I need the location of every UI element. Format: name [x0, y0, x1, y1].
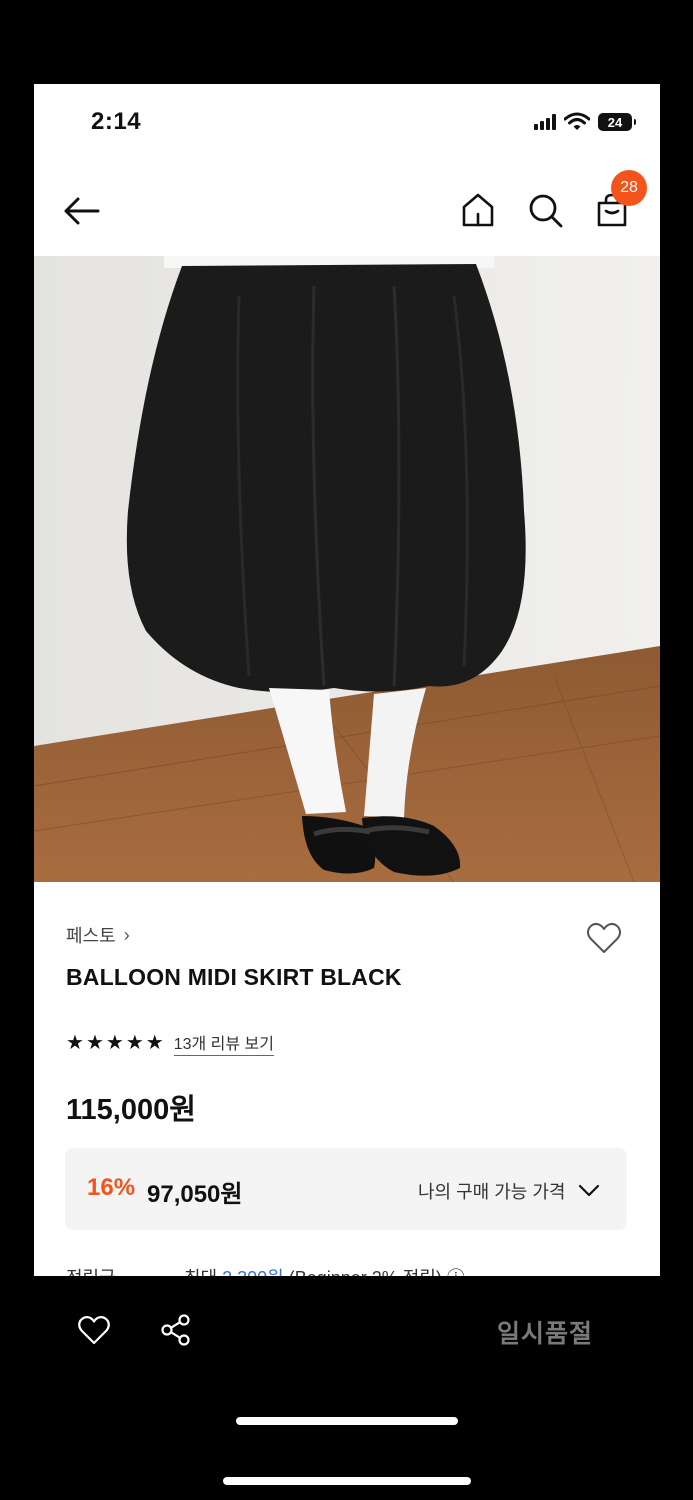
points-row: 적립금최대 2,300원 (Beginner 2% 적립) ⓘ [66, 1264, 465, 1276]
discount-price: 97,050원 [147, 1181, 243, 1208]
points-label: 적립금 [66, 1264, 184, 1276]
brand-link[interactable]: 페스토 › [66, 922, 130, 948]
product-name: BALLOON MIDI SKIRT BLACK [66, 964, 402, 990]
nav-bar [34, 164, 660, 256]
rating-row: ★ ★ ★ ★ ★ 13개 리뷰 보기 [66, 1030, 274, 1056]
star-icon: ★ [145, 1032, 164, 1054]
product-image[interactable] [34, 256, 660, 882]
discount-price-box[interactable]: 16% 97,050원 나의 구매 가능 가격 [65, 1148, 627, 1230]
status-time: 2:14 [91, 108, 142, 135]
heart-icon[interactable] [584, 918, 624, 958]
back-arrow-icon[interactable] [60, 190, 102, 232]
home-icon[interactable] [458, 190, 498, 230]
search-icon[interactable] [525, 190, 565, 230]
signal-icon [534, 114, 556, 130]
star-icon: ★ [125, 1032, 144, 1054]
battery-icon: 24 [598, 113, 636, 131]
star-icon: ★ [66, 1032, 84, 1054]
review-link[interactable]: 13개 리뷰 보기 [173, 1030, 274, 1056]
cart-count-badge: 28 [611, 170, 647, 206]
sold-out-button[interactable]: 일시품절 [497, 1314, 593, 1350]
status-bar: 2:14 24 [34, 84, 660, 164]
chevron-down-icon[interactable] [577, 1178, 601, 1202]
app-screen: 2:14 24 28 페스토 › BALLOON MIDI SKIRT BLAC… [34, 84, 660, 1276]
wifi-icon [564, 112, 590, 130]
product-price: 115,000원 [66, 1094, 196, 1126]
points-amount: 2,300원 [222, 1268, 284, 1276]
star-icon: ★ [85, 1032, 104, 1054]
brand-name: 페스토 [66, 926, 116, 946]
star-icon: ★ [105, 1032, 124, 1054]
points-suffix: (Beginner 2% 적립) ⓘ [284, 1268, 465, 1276]
bottom-action-bar: 일시품절 [0, 1276, 693, 1386]
home-indicator[interactable] [236, 1417, 458, 1425]
status-icons: 24 [534, 112, 636, 132]
star-rating: ★ ★ ★ ★ ★ [66, 1033, 164, 1053]
my-price-label: 나의 구매 가능 가격 [418, 1182, 566, 1202]
chevron-right-icon: › [123, 924, 130, 945]
share-icon[interactable] [158, 1312, 194, 1348]
points-prefix: 최대 [184, 1268, 222, 1276]
home-indicator[interactable] [223, 1477, 471, 1485]
heart-icon[interactable] [76, 1312, 112, 1348]
discount-rate: 16% [87, 1174, 136, 1201]
